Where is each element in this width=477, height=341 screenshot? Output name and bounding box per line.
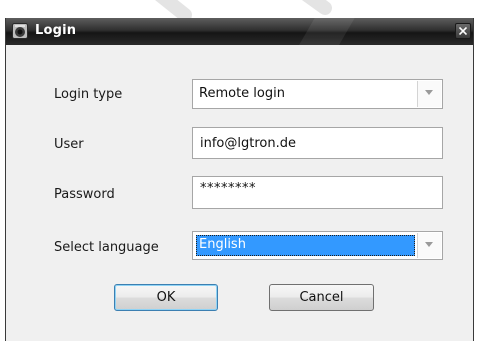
cancel-button[interactable]: Cancel <box>269 284 374 311</box>
screen: Login Login type Remote login User Passw… <box>0 0 477 341</box>
close-icon <box>459 27 467 35</box>
password-label: Password <box>54 187 115 202</box>
language-dropdown-button[interactable] <box>417 233 441 258</box>
password-value: ******** <box>200 181 256 196</box>
title-bar[interactable]: Login <box>6 18 473 45</box>
language-value: English <box>199 237 246 252</box>
login-type-select[interactable]: Remote login <box>192 79 443 109</box>
chevron-down-icon <box>425 242 433 247</box>
watermark-graphic <box>155 0 332 20</box>
user-input[interactable] <box>192 127 443 159</box>
login-type-label: Login type <box>54 87 123 102</box>
login-type-dropdown-button[interactable] <box>417 81 441 107</box>
ok-button[interactable]: OK <box>114 284 218 311</box>
app-icon <box>12 23 28 39</box>
user-label: User <box>54 137 84 152</box>
window-title: Login <box>35 23 77 38</box>
chevron-down-icon <box>425 90 433 95</box>
login-dialog: Login Login type Remote login User Passw… <box>5 18 474 341</box>
language-select[interactable]: English <box>192 231 443 260</box>
password-input[interactable]: ******** <box>192 176 443 209</box>
login-type-value: Remote login <box>199 86 285 101</box>
close-button[interactable] <box>455 23 471 39</box>
language-label: Select language <box>54 240 159 255</box>
